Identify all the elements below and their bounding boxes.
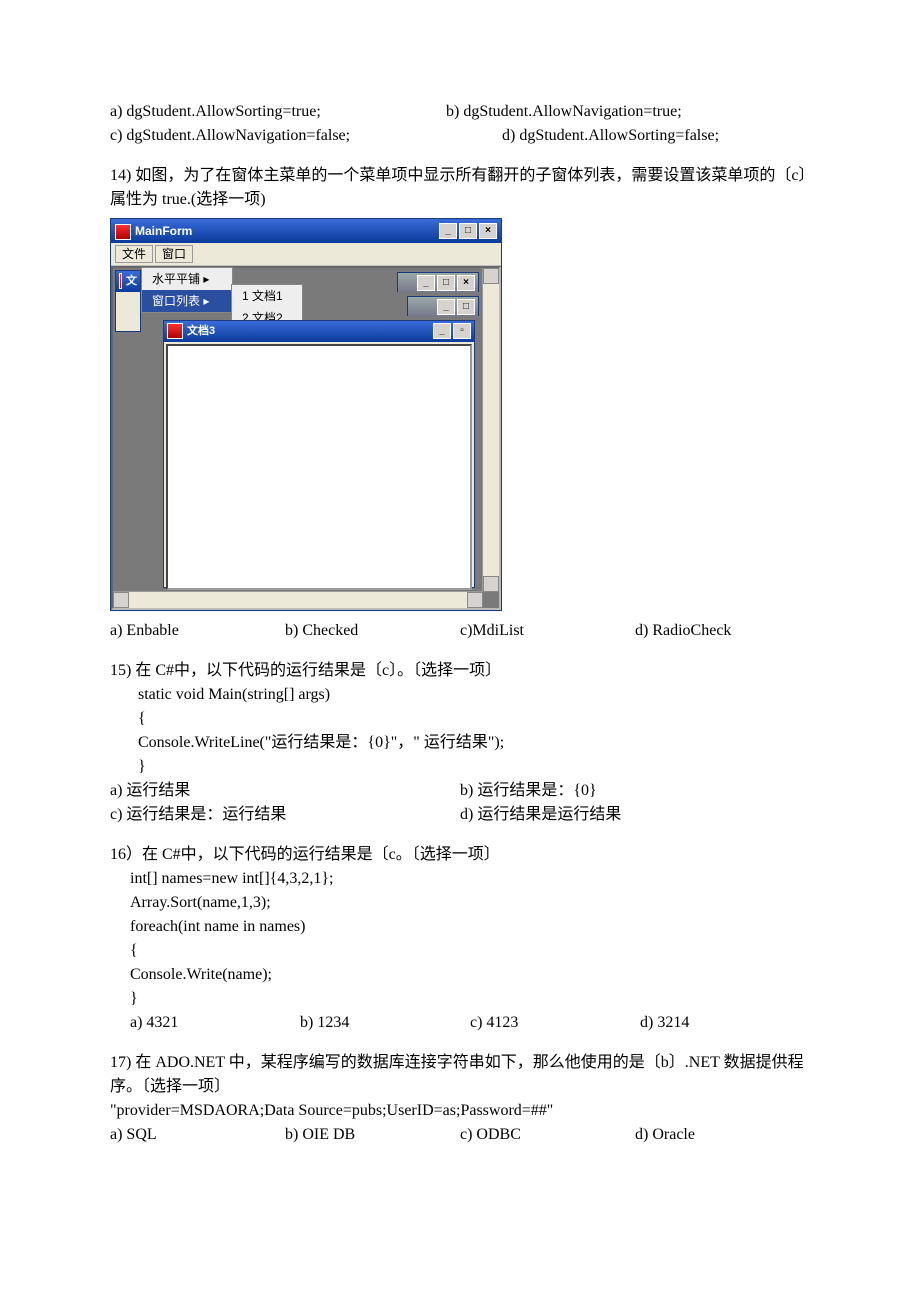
q14-c: c)MdiList	[460, 619, 635, 643]
q14-b: b) Checked	[285, 619, 460, 643]
code-line: foreach(int name in names)	[130, 915, 810, 939]
menu-window[interactable]: 窗口	[155, 245, 193, 263]
q16-stem: 16）在 C#中，以下代码的运行结果是〔c。〔选择一项〕	[110, 843, 810, 867]
q14-d: d) RadioCheck	[635, 619, 810, 643]
horizontal-scrollbar[interactable]	[113, 591, 483, 608]
maximize-icon[interactable]: □	[459, 223, 477, 239]
mdi-client: 文 水平平铺 ▸ 窗口列表 ▸ 1 文档1 2 文档2 ✓ 3 文档3 _□× …	[111, 266, 501, 610]
q15-d: d) 运行结果是运行结果	[460, 803, 810, 827]
q17-d: d) Oracle	[635, 1123, 810, 1147]
q15-options: a) 运行结果 b) 运行结果是：{0} c) 运行结果是：运行结果 d) 运行…	[110, 779, 810, 827]
child-strip-label: 文	[126, 273, 137, 290]
submenu-tile[interactable]: 水平平铺 ▸	[142, 268, 232, 290]
code-line: Array.Sort(name,1,3);	[130, 891, 810, 915]
mainform-title: MainForm	[135, 224, 192, 238]
child-doc3[interactable]: 文档3 _▫	[163, 320, 475, 588]
q16-d: d) 3214	[640, 1011, 810, 1035]
child-strip-bar[interactable]: 文	[116, 271, 140, 292]
q15-a: a) 运行结果	[110, 779, 460, 803]
child-doc2-bar[interactable]: _□	[408, 297, 478, 317]
child-doc1-bar[interactable]: _□×	[398, 273, 478, 293]
opt-a: a) dgStudent.AllowSorting=true;	[110, 100, 446, 124]
code-line: static void Main(string[] args)	[138, 683, 810, 707]
q17-c: c) ODBC	[460, 1123, 635, 1147]
minimize-icon[interactable]: _	[439, 223, 457, 239]
code-line: Console.WriteLine("运行结果是：{0}"，" 运行结果");	[138, 731, 810, 755]
vertical-scrollbar[interactable]	[482, 268, 499, 592]
q14-stem: 14) 如图，为了在窗体主菜单的一个菜单项中显示所有翻开的子窗体列表，需要设置该…	[110, 164, 810, 212]
maximize-icon[interactable]: □	[457, 299, 475, 315]
q15: 15) 在 C#中，以下代码的运行结果是〔c〕。〔选择一项〕 static vo…	[110, 659, 810, 827]
code-line: Console.Write(name);	[130, 963, 810, 987]
q17-b: b) OIE DB	[285, 1123, 460, 1147]
child-strip: 文	[115, 270, 141, 332]
app-icon	[119, 273, 122, 289]
q15-code: static void Main(string[] args) { Consol…	[110, 683, 810, 779]
q17-a: a) SQL	[110, 1123, 285, 1147]
submenu-window[interactable]: 水平平铺 ▸ 窗口列表 ▸	[141, 267, 233, 313]
close-icon[interactable]: ×	[479, 223, 497, 239]
q14-options: a) Enbable b) Checked c)MdiList d) Radio…	[110, 619, 810, 643]
code-line: }	[130, 987, 810, 1011]
q17: 17) 在 ADO.NET 中，某程序编写的数据库连接字符串如下，那么他使用的是…	[110, 1051, 810, 1147]
child-doc3-bar[interactable]: 文档3 _▫	[164, 321, 474, 342]
child-doc1[interactable]: _□×	[397, 272, 479, 292]
opt-b: b) dgStudent.AllowNavigation=true;	[446, 100, 810, 124]
submenu-doc1[interactable]: 1 文档1	[232, 285, 302, 307]
mainform-titlebar[interactable]: MainForm _□×	[111, 219, 501, 243]
close-icon[interactable]: ×	[457, 275, 475, 291]
q16-b: b) 1234	[300, 1011, 470, 1035]
q14: 14) 如图，为了在窗体主菜单的一个菜单项中显示所有翻开的子窗体列表，需要设置该…	[110, 164, 810, 643]
top-options: a) dgStudent.AllowSorting=true; b) dgStu…	[110, 100, 810, 148]
q14-a: a) Enbable	[110, 619, 285, 643]
minimize-icon[interactable]: _	[437, 299, 455, 315]
window-controls[interactable]: _□×	[437, 223, 497, 239]
q15-b: b) 运行结果是：{0}	[460, 779, 810, 803]
q17-conn: "provider=MSDAORA;Data Source=pubs;UserI…	[110, 1099, 810, 1123]
child-doc3-title: 文档3	[187, 325, 215, 337]
q16: 16）在 C#中，以下代码的运行结果是〔c。〔选择一项〕 int[] names…	[110, 843, 810, 1035]
code-line: {	[138, 707, 810, 731]
opt-d: d) dgStudent.AllowSorting=false;	[502, 124, 810, 148]
maximize-icon[interactable]: □	[437, 275, 455, 291]
q16-c: c) 4123	[470, 1011, 640, 1035]
q16-code: int[] names=new int[]{4,3,2,1}; Array.So…	[110, 867, 810, 1011]
q17-stem: 17) 在 ADO.NET 中，某程序编写的数据库连接字符串如下，那么他使用的是…	[110, 1051, 810, 1099]
menu-bar[interactable]: 文件窗口	[111, 243, 501, 266]
child-doc2[interactable]: _□	[407, 296, 479, 316]
app-icon	[115, 224, 131, 240]
app-icon	[167, 323, 183, 339]
opt-c: c) dgStudent.AllowNavigation=false;	[110, 124, 502, 148]
minimize-icon[interactable]: _	[433, 323, 451, 339]
q16-a: a) 4321	[130, 1011, 300, 1035]
restore-icon[interactable]: ▫	[453, 323, 471, 339]
q15-c: c) 运行结果是：运行结果	[110, 803, 460, 827]
doc3-content[interactable]	[166, 344, 472, 590]
code-line: {	[130, 939, 810, 963]
code-line: int[] names=new int[]{4,3,2,1};	[130, 867, 810, 891]
mainform-window: MainForm _□× 文件窗口 文 水平平铺 ▸ 窗口列表 ▸ 1 文档1 …	[110, 218, 502, 611]
q17-options: a) SQL b) OIE DB c) ODBC d) Oracle	[110, 1123, 810, 1147]
submenu-windowlist[interactable]: 窗口列表 ▸	[142, 290, 232, 312]
minimize-icon[interactable]: _	[417, 275, 435, 291]
q15-stem: 15) 在 C#中，以下代码的运行结果是〔c〕。〔选择一项〕	[110, 659, 810, 683]
menu-file[interactable]: 文件	[115, 245, 153, 263]
code-line: }	[138, 755, 810, 779]
q16-options: a) 4321 b) 1234 c) 4123 d) 3214	[110, 1011, 810, 1035]
